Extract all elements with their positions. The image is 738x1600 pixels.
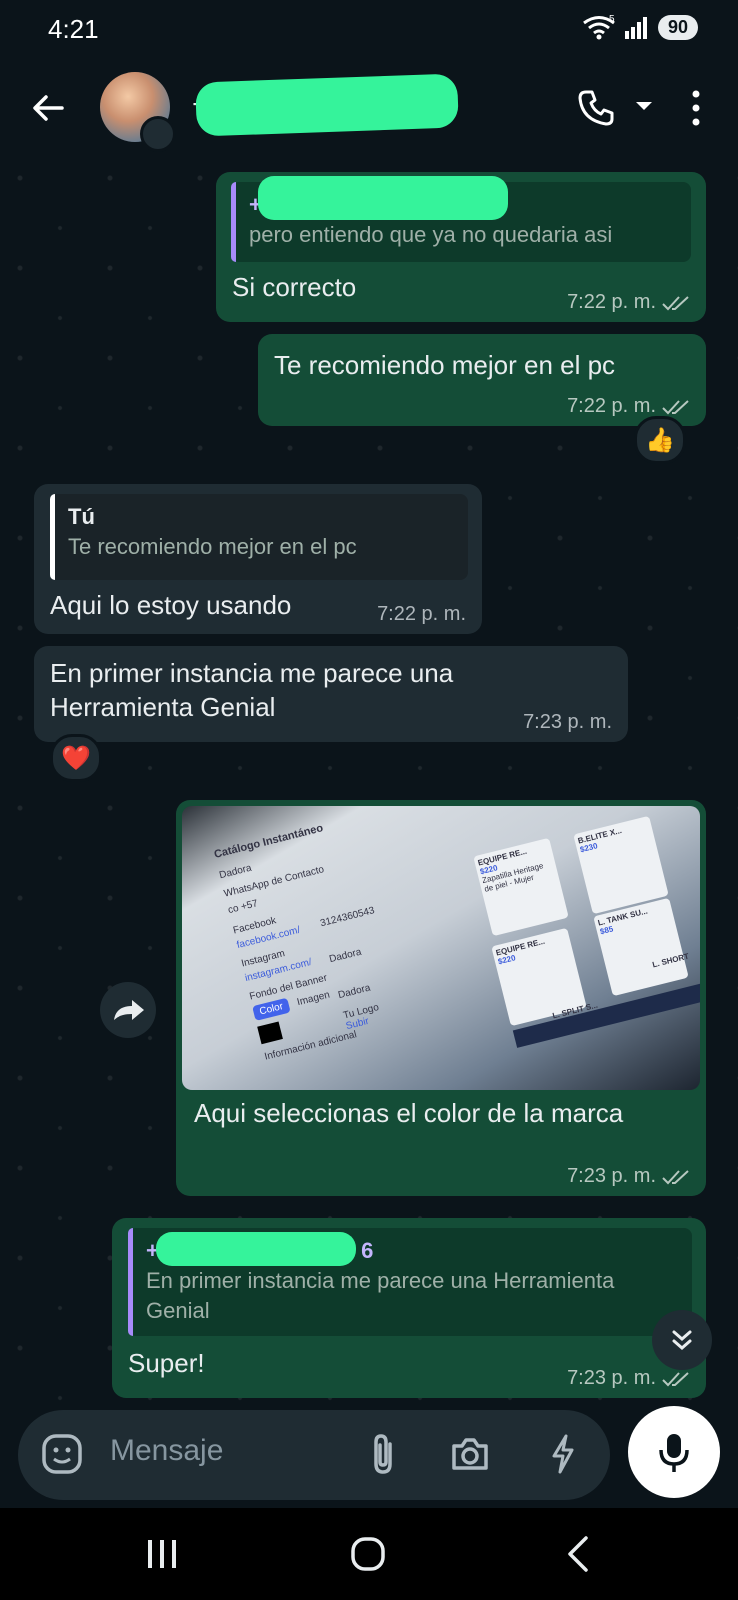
- camera-icon[interactable]: [448, 1432, 492, 1476]
- home-icon[interactable]: [346, 1532, 390, 1576]
- photo-product-card: B.ELITE X... $230: [573, 815, 669, 915]
- status-bar: 4:21 5 90: [0, 0, 738, 58]
- message-outgoing[interactable]: +56 En primer instancia me parece una He…: [112, 1218, 706, 1398]
- message-composer[interactable]: Mensaje: [18, 1410, 610, 1500]
- sticker-icon[interactable]: [40, 1432, 84, 1476]
- photo-color-button: Color: [252, 997, 291, 1021]
- message-input[interactable]: Mensaje: [110, 1434, 223, 1468]
- back-arrow-icon[interactable]: [28, 88, 68, 128]
- message-time: 7:23 p. m.: [523, 711, 612, 733]
- message-time: 7:23 p. m.: [567, 1165, 656, 1187]
- message-meta: 7:22 p. m.: [377, 603, 466, 626]
- message-meta: 7:23 p. m.: [523, 711, 612, 734]
- message-outgoing-image[interactable]: Catálogo Instantáneo Dadora WhatsApp de …: [176, 800, 706, 1196]
- double-check-icon: [662, 1169, 689, 1184]
- message-outgoing[interactable]: +5 pero entiendo que ya no quedaria asi …: [216, 172, 706, 322]
- chevron-down-icon[interactable]: [632, 94, 656, 118]
- photo-facebook-name: Dadora: [328, 946, 363, 966]
- forward-button[interactable]: [100, 982, 156, 1038]
- message-text: En primer instancia me parece una Herram…: [50, 658, 454, 722]
- photo-color-swatch: [257, 1021, 283, 1045]
- double-check-icon: [662, 1371, 689, 1386]
- phone-call-icon[interactable]: [576, 88, 616, 128]
- back-icon[interactable]: [558, 1532, 602, 1576]
- photo-image-button: Imagen: [295, 989, 331, 1009]
- chat-area[interactable]: +5 pero entiendo que ya no quedaria asi …: [0, 158, 738, 1410]
- battery-level: 90: [667, 16, 688, 37]
- name-redaction: [258, 176, 508, 220]
- quote-text: pero entiendo que ya no quedaria asi: [249, 222, 613, 247]
- status-time: 4:21: [48, 14, 99, 44]
- quote-bar: [128, 1228, 133, 1336]
- message-incoming[interactable]: Tú Te recomiendo mejor en el pc Aqui lo …: [34, 484, 482, 634]
- chat-header: +: [0, 58, 738, 158]
- message-meta: 7:22 p. m.: [567, 291, 690, 314]
- signal-icon: [624, 17, 647, 39]
- status-icons: 5 90: [582, 14, 698, 40]
- quote-text: Te recomiendo mejor en el pc: [68, 534, 357, 559]
- battery-indicator: 90: [657, 14, 698, 40]
- message-meta: 7:23 p. m.: [567, 1367, 690, 1390]
- shared-photo[interactable]: Catálogo Instantáneo Dadora WhatsApp de …: [182, 806, 700, 1090]
- message-time: 7:22 p. m.: [567, 395, 656, 417]
- message-time: 7:23 p. m.: [567, 1367, 656, 1389]
- attach-icon[interactable]: [368, 1432, 398, 1476]
- double-check-icon: [662, 295, 689, 310]
- message-meta: 7:22 p. m.: [567, 395, 690, 418]
- wifi-icon: 5: [583, 14, 615, 40]
- photo-product-card: L. TANK SU... $85: [593, 897, 689, 997]
- double-chevron-down-icon: [672, 1330, 692, 1350]
- recents-icon[interactable]: [140, 1532, 184, 1576]
- reaction-heart-icon[interactable]: ❤️: [50, 734, 102, 782]
- bolt-icon[interactable]: [548, 1432, 578, 1476]
- reaction-thumbs-up-icon[interactable]: 👍: [634, 416, 686, 464]
- image-caption: Aqui seleccionas el color de la marca: [194, 1098, 624, 1128]
- scroll-down-button[interactable]: [652, 1310, 712, 1370]
- name-redaction: [156, 1232, 356, 1266]
- photo-product-card: EQUIPE RE... $220 Zapatilla Heritage de …: [473, 837, 569, 937]
- message-text: Te recomiendo mejor en el pc: [274, 350, 616, 380]
- mic-button[interactable]: [628, 1406, 720, 1498]
- message-outgoing[interactable]: Te recomiendo mejor en el pc 7:22 p. m.: [258, 334, 706, 426]
- message-time: 7:22 p. m.: [377, 603, 466, 625]
- message-incoming[interactable]: En primer instancia me parece una Herram…: [34, 646, 628, 742]
- quote-bar: [231, 182, 236, 262]
- quote-text: En primer instancia me parece una Herram…: [146, 1268, 615, 1323]
- status-ring-icon: [140, 116, 176, 152]
- more-vertical-icon[interactable]: [684, 86, 708, 130]
- mic-icon: [659, 1434, 689, 1472]
- photo-extra-info: Información adicional: [263, 1029, 358, 1063]
- system-nav-bar: [0, 1508, 738, 1600]
- quote-bar: [50, 494, 55, 580]
- quote-author: Tú: [68, 504, 95, 529]
- double-check-icon: [662, 399, 689, 414]
- quoted-message[interactable]: Tú Te recomiendo mejor en el pc: [50, 494, 468, 580]
- forward-icon: [114, 1000, 144, 1020]
- message-time: 7:22 p. m.: [567, 291, 656, 313]
- quote-author-suffix: 6: [361, 1238, 374, 1263]
- wifi-label: 5: [609, 14, 615, 25]
- contact-name-redaction: [195, 73, 459, 137]
- message-meta: 7:23 p. m.: [567, 1165, 690, 1188]
